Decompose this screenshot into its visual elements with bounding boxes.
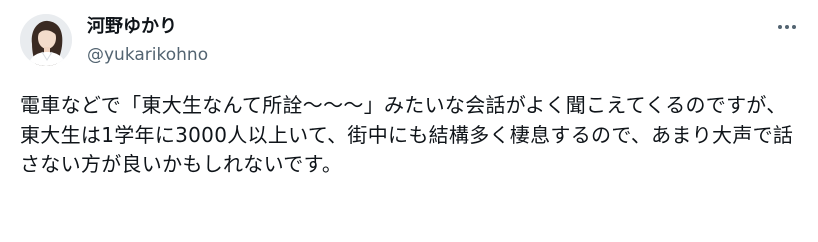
tweet-card: 河野ゆかり @yukarikohno 電車などで「東大生なんて所詮〜〜〜」みたい… xyxy=(0,0,818,242)
more-options-button[interactable] xyxy=(770,16,804,38)
author-handle[interactable]: @yukarikohno xyxy=(87,44,208,66)
author-display-name[interactable]: 河野ゆかり xyxy=(87,16,177,38)
avatar[interactable] xyxy=(20,14,72,66)
tweet-text: 電車などで「東大生なんて所詮〜〜〜」みたいな会話がよく聞こえてくるのですが、 東… xyxy=(20,93,794,176)
more-horizontal-icon xyxy=(778,25,796,29)
profile-photo-icon xyxy=(20,14,72,66)
